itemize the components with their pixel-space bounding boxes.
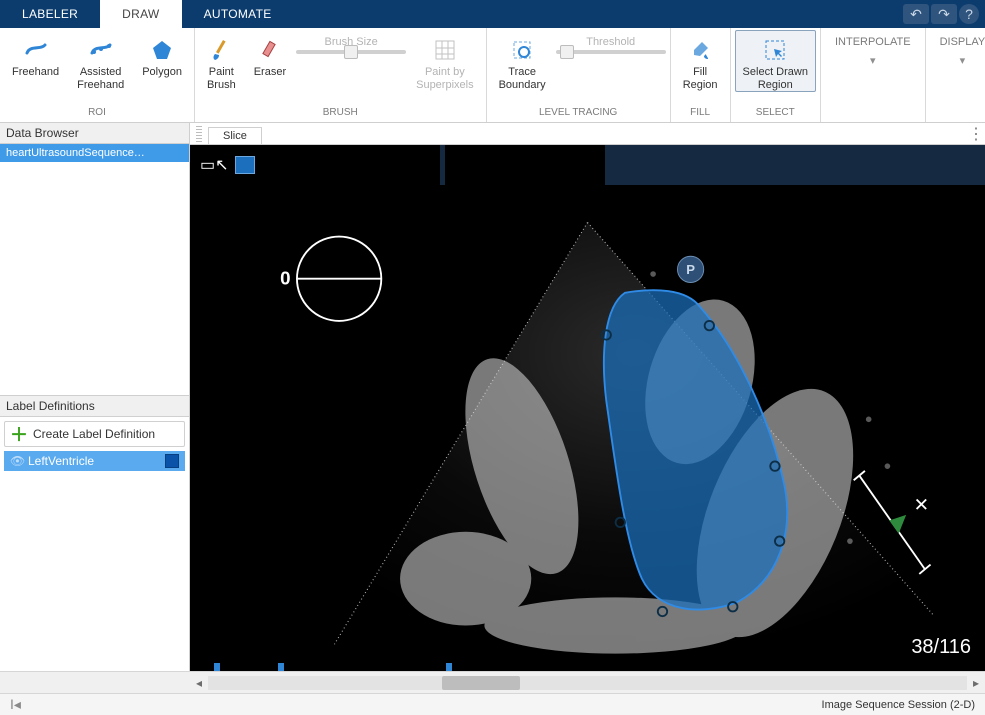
tool-label: Paint by Superpixels: [416, 66, 473, 91]
tool-assisted-freehand[interactable]: Assisted Freehand: [69, 30, 132, 91]
slice-tab[interactable]: Slice: [208, 127, 262, 144]
label-definitions-panel: Label Definitions ＋ Create Label Definit…: [0, 395, 189, 671]
chevron-down-icon: ▾: [960, 54, 966, 67]
freehand-icon: [24, 36, 48, 64]
data-browser-item[interactable]: heartUltrasoundSequence…: [0, 144, 189, 162]
tool-label: Trace Boundary: [499, 66, 546, 91]
label-name: LeftVentricle: [28, 454, 94, 468]
tab-labeler[interactable]: LABELER: [0, 0, 100, 28]
tool-eraser[interactable]: Eraser: [246, 30, 294, 79]
superpixels-icon: [433, 36, 457, 64]
frame-counter: 38/116: [911, 636, 971, 659]
ribbon-group-display: DISPLAY ▾: [926, 28, 985, 122]
ribbon-group-fill: Fill Region FILL: [671, 28, 731, 122]
timeline[interactable]: [190, 663, 985, 671]
main-panel: Slice ⋮ ▭↖: [190, 123, 985, 671]
label-color-swatch[interactable]: [165, 454, 179, 468]
ribbon: Freehand Assisted Freehand Polygon ROI: [0, 28, 985, 123]
svg-text:✕: ✕: [914, 494, 930, 515]
scroll-track[interactable]: [208, 676, 967, 690]
eraser-icon: [258, 36, 282, 64]
tab-draw[interactable]: DRAW: [100, 0, 181, 28]
brush-size-slider[interactable]: Brush Size: [296, 30, 406, 54]
slice-grip[interactable]: [196, 126, 202, 144]
chevron-down-icon: ▾: [870, 54, 876, 67]
tool-label: Select Drawn Region: [743, 66, 808, 91]
slice-overflow-menu[interactable]: ⋮: [967, 124, 985, 144]
tool-label: Paint Brush: [207, 66, 236, 91]
polygon-icon: [150, 36, 174, 64]
tool-label: Polygon: [142, 66, 182, 79]
ribbon-group-interpolate: INTERPOLATE ▾: [821, 28, 926, 122]
ribbon-group-label: BRUSH: [199, 107, 482, 122]
ultrasound-display: 0 P ✕: [190, 185, 985, 663]
ribbon-group-label: [930, 107, 985, 122]
data-browser-title: Data Browser: [0, 123, 189, 144]
threshold-slider[interactable]: Threshold: [556, 30, 666, 54]
visibility-icon[interactable]: 👁: [10, 454, 28, 468]
tool-freehand[interactable]: Freehand: [4, 30, 67, 79]
status-bar: I◂ Image Sequence Session (2-D): [0, 693, 985, 715]
help-button[interactable]: ?: [959, 4, 979, 24]
svg-text:P: P: [686, 262, 695, 277]
assisted-freehand-icon: [89, 36, 113, 64]
create-label-text: Create Label Definition: [33, 427, 155, 441]
session-status: Image Sequence Session (2-D): [822, 699, 985, 711]
tabstrip: LABELER DRAW AUTOMATE ↶ ↷ ?: [0, 0, 985, 28]
svg-text:0: 0: [280, 267, 290, 288]
slice-tab-bar: Slice ⋮: [190, 123, 985, 145]
ribbon-group-select: Select Drawn Region SELECT: [731, 28, 821, 122]
cursor-tool-icon[interactable]: ▭↖: [200, 155, 229, 175]
scroll-left-button[interactable]: ◂: [190, 676, 208, 690]
tool-label: Assisted Freehand: [77, 66, 124, 91]
dropdown-label: DISPLAY: [940, 36, 985, 48]
ribbon-group-roi: Freehand Assisted Freehand Polygon ROI: [0, 28, 195, 122]
paint-brush-icon: [209, 36, 233, 64]
fill-region-icon: [688, 36, 712, 64]
label-definition-item[interactable]: 👁 LeftVentricle: [4, 451, 185, 471]
tool-label: Fill Region: [683, 66, 718, 91]
interpolate-dropdown[interactable]: INTERPOLATE ▾: [825, 30, 921, 73]
scroll-thumb[interactable]: [442, 676, 520, 690]
slider-label: Threshold: [586, 36, 635, 48]
ribbon-group-level-tracing: Trace Boundary Threshold LEVEL TRACING: [487, 28, 671, 122]
create-label-definition-button[interactable]: ＋ Create Label Definition: [4, 421, 185, 447]
content-area: Data Browser heartUltrasoundSequence… La…: [0, 123, 985, 671]
canvas-h-scrollbar[interactable]: ◂ ▸: [0, 671, 985, 693]
probe-marker: P: [677, 256, 703, 282]
plus-icon: ＋: [11, 426, 27, 442]
undo-button[interactable]: ↶: [903, 4, 929, 24]
left-panel: Data Browser heartUltrasoundSequence… La…: [0, 123, 190, 671]
ribbon-group-label: ROI: [4, 107, 190, 122]
tool-label: Freehand: [12, 66, 59, 79]
redo-button[interactable]: ↷: [931, 4, 957, 24]
tool-fill-region[interactable]: Fill Region: [675, 30, 726, 91]
tab-automate[interactable]: AUTOMATE: [182, 0, 294, 28]
ribbon-group-label: [825, 107, 921, 122]
display-dropdown[interactable]: DISPLAY ▾: [930, 30, 985, 73]
trace-boundary-icon: [510, 36, 534, 64]
tool-trace-boundary[interactable]: Trace Boundary: [491, 30, 554, 91]
tool-paint-brush[interactable]: Paint Brush: [199, 30, 244, 91]
dropdown-label: INTERPOLATE: [835, 36, 911, 48]
label-color-picker[interactable]: [235, 156, 255, 174]
tool-select-drawn-region[interactable]: Select Drawn Region: [735, 30, 816, 92]
go-first-frame-button[interactable]: I◂: [0, 696, 31, 713]
ribbon-group-label: SELECT: [735, 107, 816, 122]
label-definitions-title: Label Definitions: [0, 396, 189, 417]
ribbon-group-brush: Paint Brush Eraser Brush Size Paint by S…: [195, 28, 487, 122]
select-drawn-region-icon: [763, 36, 787, 64]
tool-polygon[interactable]: Polygon: [134, 30, 190, 79]
ribbon-group-label: FILL: [675, 107, 726, 122]
ribbon-group-label: LEVEL TRACING: [491, 107, 666, 122]
tool-label: Eraser: [254, 66, 286, 79]
image-canvas[interactable]: ▭↖: [190, 145, 985, 671]
data-browser[interactable]: heartUltrasoundSequence…: [0, 144, 189, 395]
tool-paint-by-superpixels[interactable]: Paint by Superpixels: [408, 30, 481, 91]
scroll-right-button[interactable]: ▸: [967, 676, 985, 690]
